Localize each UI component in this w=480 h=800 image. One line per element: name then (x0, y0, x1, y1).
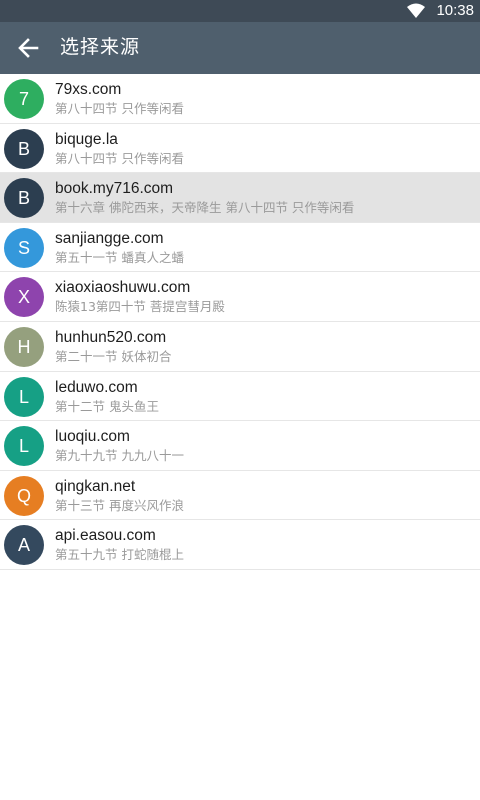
source-name: xiaoxiaoshuwu.com (55, 279, 191, 297)
source-list-item[interactable]: Aapi.easou.com 第五十九节 打蛇随棍上 (0, 520, 480, 570)
source-list-item[interactable]: 7 79xs.com 第八十四节 只作等闲看 (0, 74, 480, 124)
arrow-left-icon (18, 38, 39, 58)
source-list-item[interactable]: Lleduwo.com 第十二节 鬼头鱼王 (0, 371, 480, 422)
source-latest-chapter: 第九十九节 九九八十一 (55, 448, 184, 464)
source-name: luoqiu.com (55, 428, 130, 446)
app-bar: 选择来源 (0, 22, 480, 74)
source-list: 7 79xs.com 第八十四节 只作等闲看 Bbiquge.la 第八十四节 只作等闲… (0, 74, 480, 570)
source-avatar: Q (4, 475, 44, 516)
source-list-item[interactable]: Hhunhun520.com 第二十一节 妖体初合 (0, 321, 480, 372)
source-avatar: L (4, 376, 44, 417)
source-avatar: X (4, 277, 44, 318)
source-avatar: S (4, 227, 44, 268)
back-button[interactable] (10, 30, 46, 66)
source-latest-chapter: 第八十四节 只作等闲看 (55, 150, 184, 166)
source-latest-chapter: 第十六章 佛陀西来，天帝降生 第八十四节 只作等闲看 (55, 200, 355, 216)
source-list-item[interactable]: Bbiquge.la 第八十四节 只作等闲看 (0, 123, 480, 174)
source-avatar: 7 (4, 79, 44, 119)
source-name: api.easou.com (55, 527, 156, 545)
source-latest-chapter: 第五十一节 蟠真人之蟠 (55, 249, 184, 265)
source-avatar: L (4, 426, 44, 467)
source-list-item[interactable]: Lluoqiu.com 第九十九节 九九八十一 (0, 421, 480, 471)
source-name: sanjiangge.com (55, 229, 164, 247)
page-title: 选择来源 (60, 36, 141, 58)
source-latest-chapter: 第十三节 再度兴风作浪 (55, 497, 184, 513)
source-list-item[interactable]: Ssanjiangge.com 第五十一节 蟠真人之蟠 (0, 222, 480, 273)
source-name: book.my716.com (55, 180, 174, 198)
source-avatar: B (4, 128, 44, 169)
source-name: qingkan.net (55, 477, 136, 495)
source-name: leduwo.com (55, 378, 138, 396)
source-name: hunhun520.com (55, 328, 167, 346)
source-list-item[interactable]: Qqingkan.net 第十三节 再度兴风作浪 (0, 470, 480, 521)
source-latest-chapter: 第十二节 鬼头鱼王 (55, 398, 159, 414)
source-avatar: H (4, 326, 44, 367)
source-name: biquge.la (55, 130, 118, 148)
wifi-icon (407, 3, 425, 18)
status-time: 10:38 (436, 2, 474, 19)
source-list-item[interactable]: Xxiaoxiaoshuwu.com 陈猿13第四十节 菩提宫彗月殿 (0, 272, 480, 322)
source-latest-chapter: 第五十九节 打蛇随棍上 (55, 547, 184, 563)
source-latest-chapter: 第二十一节 妖体初合 (55, 348, 172, 364)
source-latest-chapter: 第八十四节 只作等闲看 (55, 101, 184, 116)
source-avatar: A (4, 525, 44, 566)
source-list-item[interactable]: Bbook.my716.com 第十六章 佛陀西来，天帝降生 第八十四节 只作等闲… (0, 173, 480, 223)
source-latest-chapter: 陈猿13第四十节 菩提宫彗月殿 (55, 299, 225, 315)
status-bar: 10:38 (0, 0, 480, 22)
source-avatar: B (4, 178, 44, 219)
source-name: 79xs.com (55, 81, 122, 98)
